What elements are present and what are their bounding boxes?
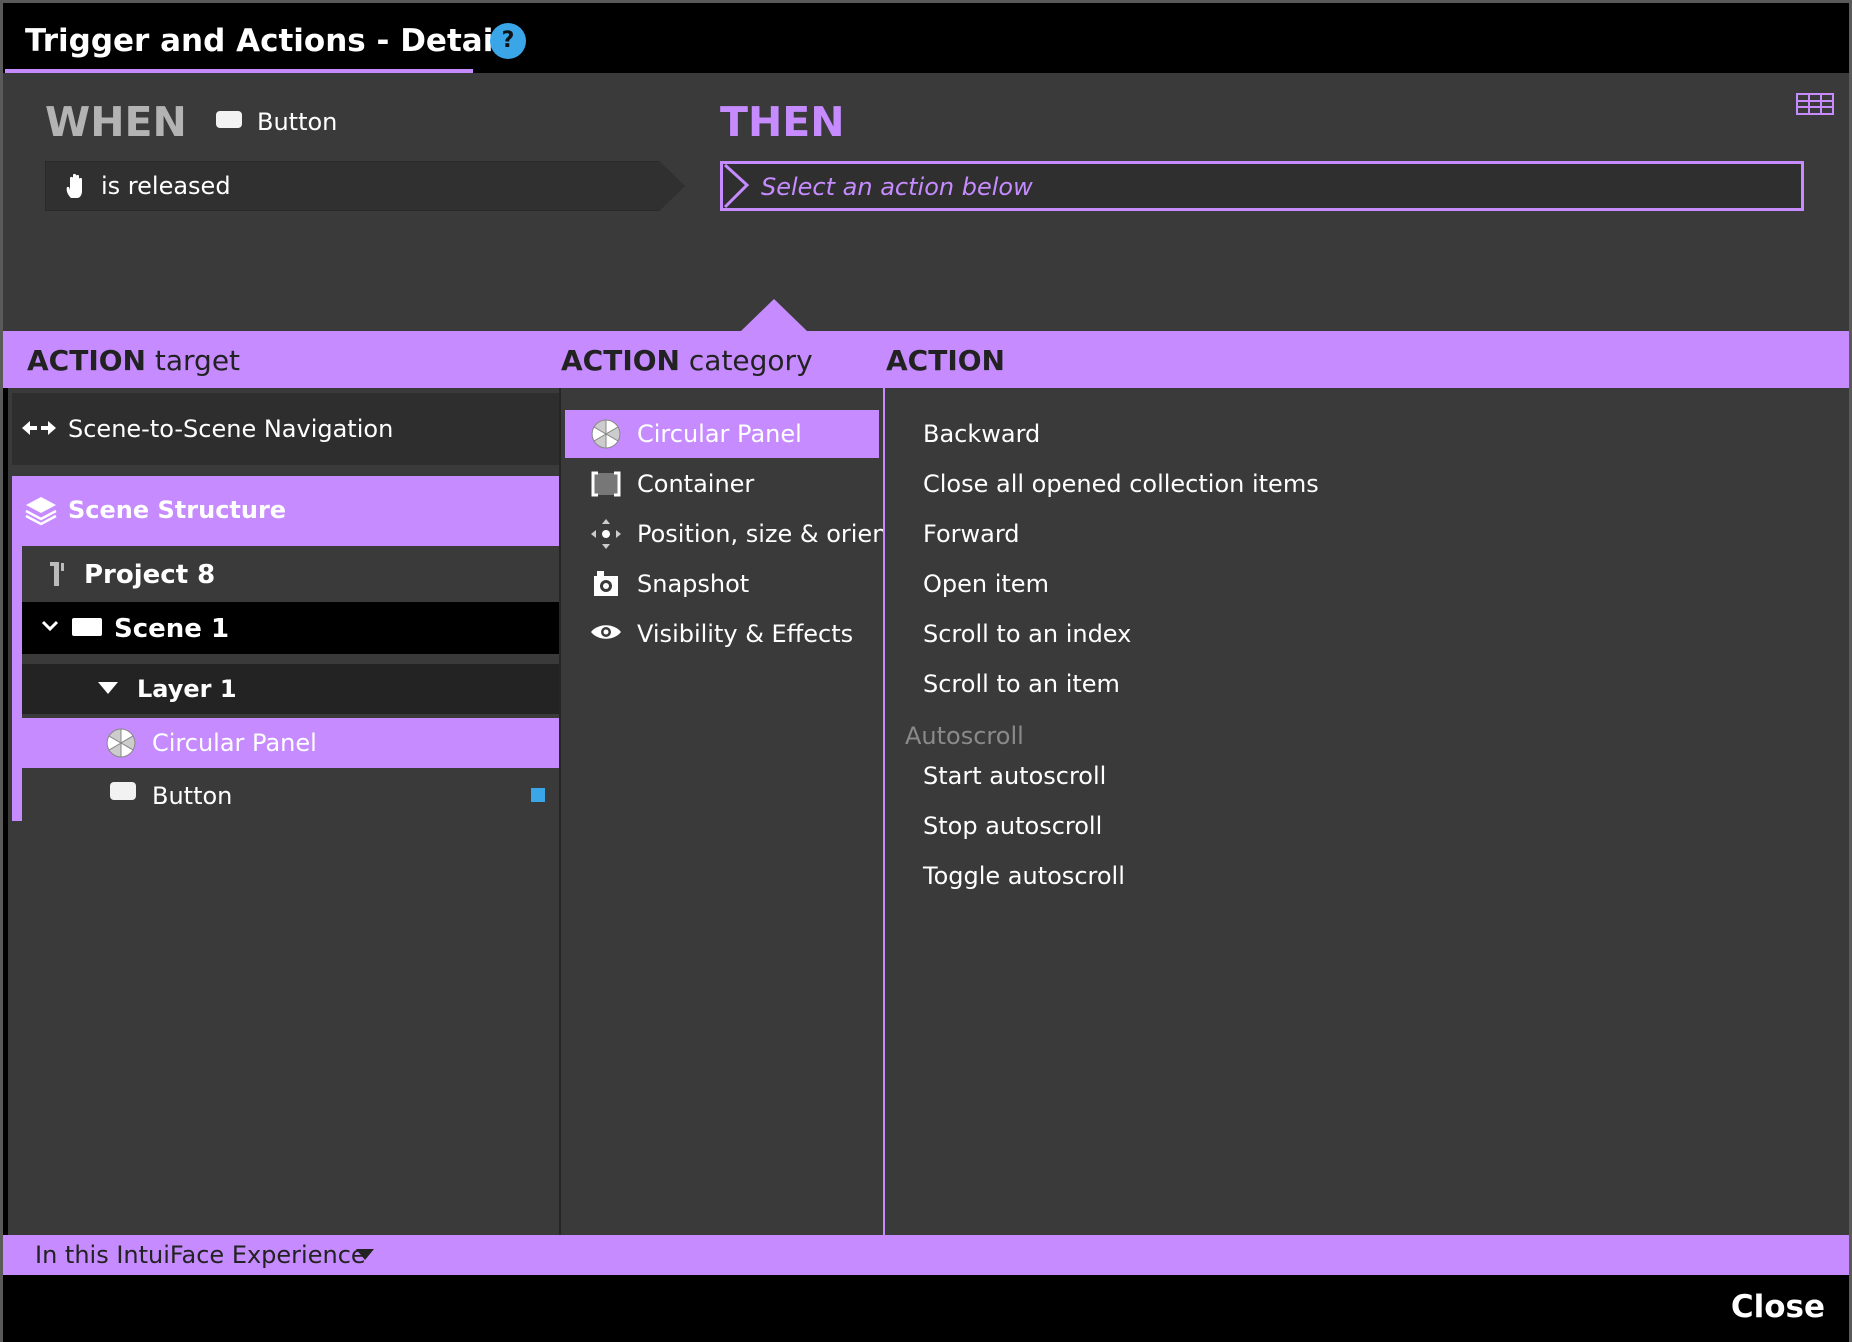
window-title: Trigger and Actions - Details — [25, 23, 523, 59]
tree-item-circular-panel[interactable]: Circular Panel — [22, 718, 559, 768]
selected-action-field[interactable]: Select an action below — [720, 161, 1804, 211]
circular-panel-icon — [591, 419, 621, 449]
button-icon — [216, 111, 242, 128]
trigger-summary: WHEN Button is released THEN Select an a… — [3, 73, 1849, 331]
action-item[interactable]: Start autoscroll — [923, 762, 1106, 790]
action-item[interactable]: Scroll to an index — [923, 620, 1131, 648]
close-button[interactable]: Close — [1731, 1289, 1825, 1325]
action-item[interactable]: Scroll to an item — [923, 670, 1120, 698]
selection-pointer — [741, 299, 807, 331]
category-label: Circular Panel — [637, 420, 802, 448]
category-label: Container — [637, 470, 755, 498]
tree-item-label: Layer 1 — [137, 675, 237, 703]
target-label: Scene Structure — [68, 496, 287, 524]
action-target-column: Scene-to-Scene Navigation Scene Structur… — [8, 388, 559, 1235]
action-category-column: Circular Panel Container Position, size … — [561, 388, 910, 1235]
then-label: THEN — [720, 98, 845, 146]
category-label: Position, size & orien... — [637, 520, 911, 548]
button-icon — [110, 782, 136, 800]
tree-item-layer[interactable]: Layer 1 — [22, 664, 559, 714]
action-item[interactable]: Backward — [923, 420, 1040, 448]
tree-item-label: Circular Panel — [152, 729, 317, 757]
category-item[interactable]: Position, size & orien... — [565, 510, 910, 558]
circular-panel-icon — [106, 728, 136, 758]
trigger-source[interactable]: Button — [257, 108, 337, 136]
eye-icon — [591, 625, 621, 639]
title-tab: Trigger and Actions - Details — [5, 5, 522, 73]
header-action-target: ACTION target — [27, 344, 241, 377]
category-item[interactable]: Container — [565, 460, 879, 508]
action-item[interactable]: Forward — [923, 520, 1020, 548]
action-item[interactable]: Open item — [923, 570, 1049, 598]
tree-item-label: Scene 1 — [114, 614, 230, 644]
tree-item-scene[interactable]: Scene 1 — [22, 602, 559, 654]
trigger-source-indicator — [531, 788, 545, 802]
camera-icon — [594, 571, 618, 596]
trigger-event[interactable]: is released — [45, 161, 685, 211]
trigger-label: is released — [101, 172, 231, 200]
action-item[interactable]: Close all opened collection items — [923, 470, 1319, 498]
category-label: Snapshot — [637, 570, 750, 598]
category-item[interactable]: Visibility & Effects — [565, 610, 879, 658]
tree-item-project[interactable]: Project 8 — [22, 546, 559, 602]
action-group-label: Autoscroll — [905, 722, 1024, 750]
help-icon[interactable]: ? — [490, 23, 526, 59]
target-scene-navigation[interactable]: Scene-to-Scene Navigation — [12, 393, 559, 465]
tree-item-label: Button — [152, 782, 233, 810]
chevron-right-icon — [723, 163, 750, 209]
target-label: Scene-to-Scene Navigation — [68, 415, 394, 443]
container-icon — [591, 471, 621, 497]
tree-indent-marker — [12, 546, 22, 821]
scope-dropdown[interactable]: In this IntuiFace Experience — [35, 1241, 366, 1269]
category-label: Visibility & Effects — [637, 620, 854, 648]
hand-icon — [66, 173, 82, 198]
scene-icon — [72, 618, 102, 636]
category-item[interactable]: Circular Panel — [565, 410, 879, 458]
category-item[interactable]: Snapshot — [565, 560, 879, 608]
expand-triangle-icon[interactable] — [98, 682, 118, 694]
scope-bar: In this IntuiFace Experience — [3, 1235, 1849, 1275]
action-placeholder: Select an action below — [761, 173, 1033, 201]
header-action-category: ACTION category — [561, 344, 813, 377]
column-headers: ACTION target ACTION category ACTION — [3, 331, 1849, 388]
dropdown-arrow-icon[interactable] — [356, 1249, 374, 1260]
dialog-window: Trigger and Actions - Details ? WHEN But… — [0, 0, 1852, 1342]
target-scene-structure[interactable]: Scene Structure — [12, 476, 559, 546]
bottom-bar: Close — [3, 1275, 1849, 1342]
move-icon — [591, 519, 621, 549]
when-label: WHEN — [45, 98, 187, 146]
action-item[interactable]: Toggle autoscroll — [923, 862, 1125, 890]
navigation-arrows-icon — [22, 421, 56, 435]
table-view-icon[interactable] — [1796, 90, 1834, 118]
layers-icon — [25, 497, 57, 526]
title-bar: Trigger and Actions - Details ? — [3, 3, 1849, 73]
project-icon — [50, 562, 64, 586]
header-action: ACTION — [886, 344, 1005, 377]
action-item[interactable]: Stop autoscroll — [923, 812, 1102, 840]
action-column: Backward Close all opened collection ite… — [885, 388, 1849, 1235]
tree-item-button[interactable]: Button — [22, 768, 559, 822]
chevron-down-icon[interactable] — [40, 616, 60, 636]
tree-item-label: Project 8 — [84, 560, 216, 590]
